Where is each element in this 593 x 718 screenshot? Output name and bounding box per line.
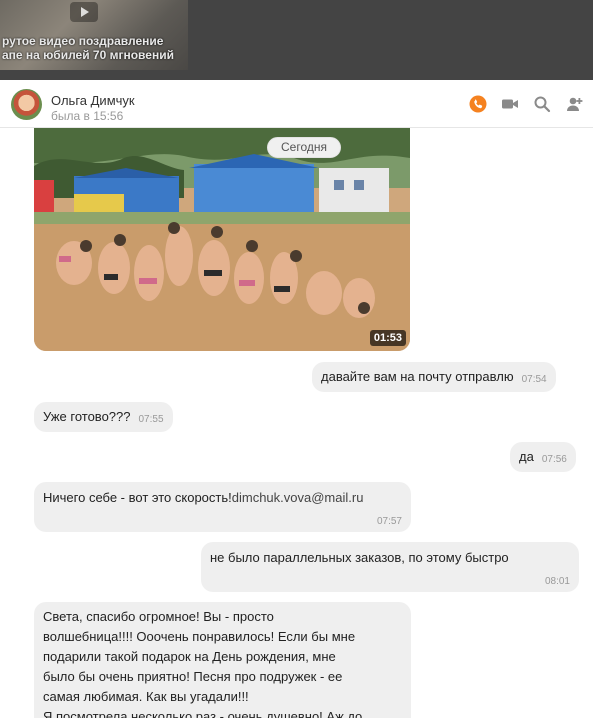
search-button[interactable] <box>533 95 551 113</box>
camera-icon <box>502 99 518 109</box>
email-link[interactable]: dimchuk.vova@mail.ru <box>232 490 364 505</box>
contact-name[interactable]: Ольга Димчук <box>51 93 135 108</box>
message-line: было бы очень приятно! Песня про подруже… <box>43 669 343 684</box>
play-icon <box>70 2 98 22</box>
message-line: волшебница!!!! Ооочень понравилось! Если… <box>43 629 356 644</box>
message-bubble-outgoing[interactable]: не было параллельных заказов, по этому б… <box>201 542 579 592</box>
message-list[interactable]: 01:53 Сегодня давайте вам на почту отпра… <box>0 128 593 718</box>
chat-header: Ольга Димчук была в 15:56 <box>0 80 593 128</box>
add-user-button[interactable] <box>565 95 583 113</box>
video-duration: 01:53 <box>369 330 406 346</box>
message-line: подарили такой подарок на День рождения,… <box>43 649 336 664</box>
message-bubble-outgoing[interactable]: да 07:56 <box>510 442 576 472</box>
video-message[interactable]: 01:53 <box>34 128 410 351</box>
message-bubble-incoming[interactable]: Света, спасибо огромное! Вы - просто вол… <box>34 602 411 718</box>
phone-icon <box>469 95 487 113</box>
avatar[interactable] <box>11 89 42 120</box>
message-time: 07:54 <box>521 374 547 385</box>
call-button[interactable] <box>469 95 487 113</box>
add-user-icon <box>567 97 583 111</box>
video-call-button[interactable] <box>501 95 519 113</box>
message-line: самая любимая. Как вы угадали!!! <box>43 689 249 704</box>
message-bubble-outgoing[interactable]: давайте вам на почту отправлю 07:54 <box>312 362 556 392</box>
video-thumbnail-image <box>34 128 410 351</box>
background-video-title: рутое видео поздравление апе на юбилей 7… <box>2 34 174 62</box>
message-bubble-incoming[interactable]: Ничего себе - вот это скорость!dimchuk.v… <box>34 482 411 532</box>
background-video-thumbnail[interactable]: рутое видео поздравление апе на юбилей 7… <box>0 0 188 70</box>
message-bubble-incoming[interactable]: Уже готово??? 07:55 <box>34 402 173 432</box>
message-line: Я посмотрела несколько раз - очень душев… <box>43 709 363 718</box>
date-divider: Сегодня <box>267 137 341 158</box>
message-time: 07:57 <box>376 516 402 527</box>
contact-status: была в 15:56 <box>51 109 124 123</box>
message-time: 07:56 <box>541 454 567 465</box>
message-text: Уже готово??? <box>43 409 131 424</box>
message-line: Света, спасибо огромное! Вы - просто <box>43 609 274 624</box>
message-text: да <box>519 449 534 464</box>
message-text: не было параллельных заказов, по этому б… <box>210 550 509 565</box>
message-time: 08:01 <box>544 576 570 587</box>
search-icon <box>534 96 551 113</box>
message-text: Ничего себе - вот это скорость! <box>43 490 232 505</box>
message-time: 07:55 <box>138 414 164 425</box>
message-text: давайте вам на почту отправлю <box>321 369 514 384</box>
